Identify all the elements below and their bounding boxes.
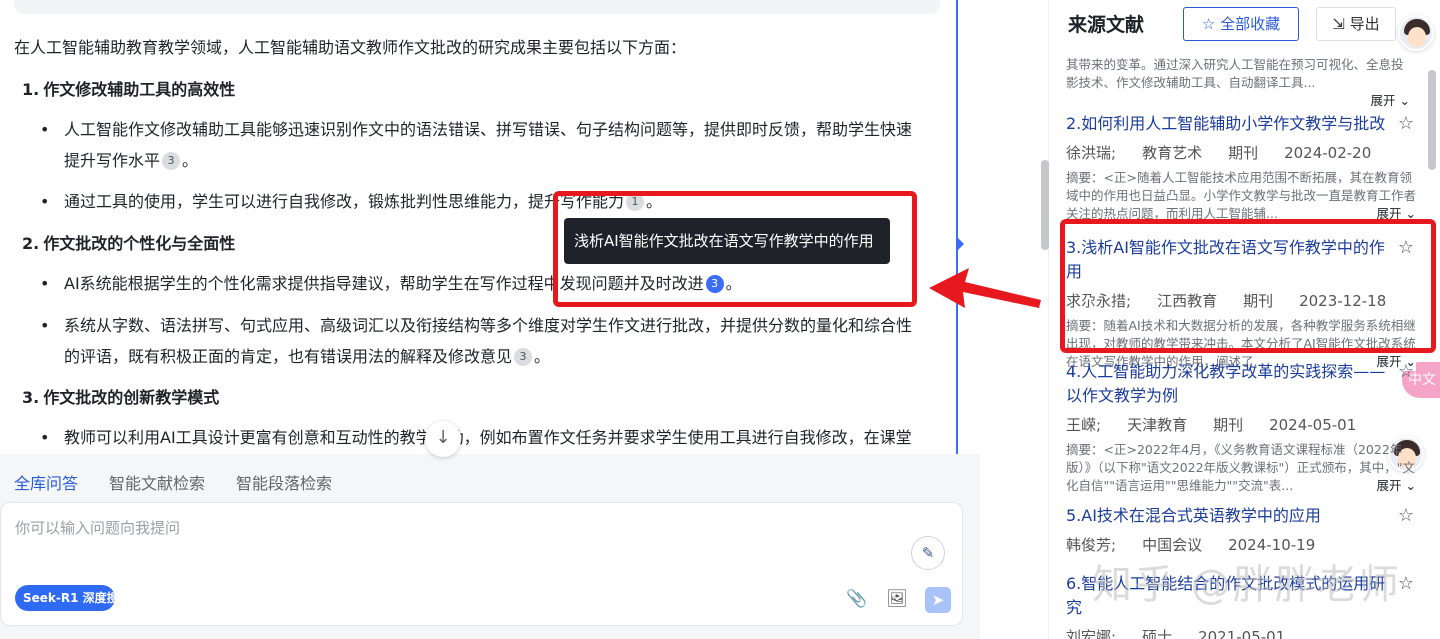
reference-abstract: 摘要：<正>2022年4月，《义务教育语文课程标准（2022年版）》（以下称"语… [1066,442,1416,495]
reference-item-highlighted[interactable]: 3.浅析AI智能作文批改在语文写作教学中的作用 ☆ 求尕永措; 江西教育 期刊 2023… [1066,236,1416,371]
citation-badge-active[interactable]: 3 [705,275,724,293]
reference-item[interactable]: 4.人工智能助力深化教学改革的实践探索——以作文教学为例 ☆ 王嵘; 天津教育 期刊 2… [1066,360,1416,495]
send-button[interactable]: ➤ [925,587,951,613]
star-icon[interactable]: ☆ [1398,112,1414,136]
reference-abstract: 其带来的变革。通过深入研究人工智能在预习可视化、全息投影技术、作文修改辅助工具、… [1066,57,1410,110]
question-input-box[interactable]: 你可以输入问题向我提问 ✎ Seek-R1 深度搜索 📎 🖼 ➤ [0,502,963,626]
bullet-item: • 教师可以利用AI工具设计更富有创意和互动性的教学活动，例如布置作文任务并要求… [40,428,912,447]
citation-badge[interactable]: 3 [514,348,533,367]
collapse-handle-icon[interactable] [958,238,964,250]
panel-title: 来源文献 [1068,14,1145,36]
attachment-icon[interactable]: 📎 [845,587,869,611]
answer-intro: 在人工智能辅助教育教学领域，人工智能辅助语文教师作文批改的研究成果主要包括以下方… [14,38,687,57]
tab-library-qa[interactable]: 全库问答 [14,474,78,493]
star-icon[interactable]: ☆ [1398,572,1414,596]
section-heading-1: 1. 作文修改辅助工具的高效性 [22,80,236,99]
question-input-placeholder[interactable]: 你可以输入问题向我提问 [15,517,180,538]
expand-link[interactable]: 展开 ⌄ [1372,205,1416,223]
citation-badge[interactable]: 3 [162,152,181,171]
star-outline-icon: ☆ [1201,15,1221,33]
tab-smart-literature-search[interactable]: 智能文献检索 [109,474,205,493]
reference-item[interactable]: 6.智能人工智能结合的作文批改模式的运用研究 ☆ 刘宏娜; 硕士 2021-05-01 [1066,572,1416,639]
reference-item[interactable]: 2.如何利用人工智能辅助小学作文教学与批改 ☆ 徐洪瑞; 教育艺术 期刊 2024-02… [1066,112,1416,223]
arrow-down-icon: ↓ [435,427,451,448]
assistant-avatar[interactable] [1398,15,1434,51]
image-upload-icon[interactable]: 🖼 [885,587,909,611]
section-heading-2: 2. 作文批改的个性化与全面性 [22,234,236,253]
reference-title[interactable]: 4.人工智能助力深化教学改革的实践探索——以作文教学为例 [1066,362,1385,405]
collect-all-button[interactable]: ☆ 全部收藏 [1183,7,1299,41]
tab-smart-paragraph-search[interactable]: 智能段落检索 [236,474,332,493]
citation-badge[interactable]: 1 [626,193,645,211]
export-icon: ⇲ [1332,15,1350,33]
model-selector-pill[interactable]: Seek-R1 深度搜索 [15,585,115,611]
answer-scrollbar[interactable] [1041,160,1049,250]
export-button[interactable]: ⇲ 导出 [1316,7,1396,41]
star-icon[interactable]: ☆ [1398,360,1414,384]
search-mode-tabs: 全库问答 智能文献检索 智能段落检索 [14,470,363,494]
expand-link[interactable]: 展开 ⌄ [1372,477,1416,495]
reference-title[interactable]: 5.AI技术在混合式英语教学中的应用 [1066,506,1321,525]
reference-title[interactable]: 6.智能人工智能结合的作文批改模式的运用研究 [1066,574,1385,617]
magic-wand-icon[interactable]: ✎ [911,536,945,570]
reference-scrollbar[interactable] [1428,60,1436,639]
bullet-item: • AI系统能根据学生的个性化需求提供指导建议，帮助学生在写作过程中发现问题并及… [40,274,742,293]
previous-message-bubble [14,0,940,14]
reference-abstract: 摘要：<正>随着人工智能技术应用范围不断拓展，其在教育领域中的作用也日益凸显。小… [1066,170,1416,223]
bullet-item: • 通过工具的使用，学生可以进行自我修改，锻炼批判性思维能力，提升写作能力 1。 [40,192,663,211]
section-heading-3: 3. 作文批改的创新教学模式 [22,388,220,407]
expand-link[interactable]: 展开 ⌄ [1366,92,1410,110]
star-icon[interactable]: ☆ [1398,236,1414,260]
citation-tooltip: 浅析AI智能作文批改在语文写作教学中的作用 [564,218,890,264]
panel-divider[interactable] [956,0,958,454]
red-arrow-annotation [929,268,1041,308]
bullet-item: • 人工智能作文修改辅助工具能够迅速识别作文中的语法错误、拼写错误、句子结构问题… [40,120,913,171]
bullet-item: • 系统从字数、语法拼写、句式应用、高级词汇以及衔接结构等多个维度对学生作文进行… [40,316,913,367]
send-icon: ➤ [931,591,945,609]
reference-item[interactable]: 5.AI技术在混合式英语教学中的应用 ☆ 韩俊芳; 中国会议 2024-10-19 [1066,504,1416,555]
scroll-down-button[interactable]: ↓ [425,421,461,457]
reference-title[interactable]: 3.浅析AI智能作文批改在语文写作教学中的作用 [1066,238,1385,281]
reference-title[interactable]: 2.如何利用人工智能辅助小学作文教学与批改 [1066,114,1385,133]
star-icon[interactable]: ☆ [1398,504,1414,528]
